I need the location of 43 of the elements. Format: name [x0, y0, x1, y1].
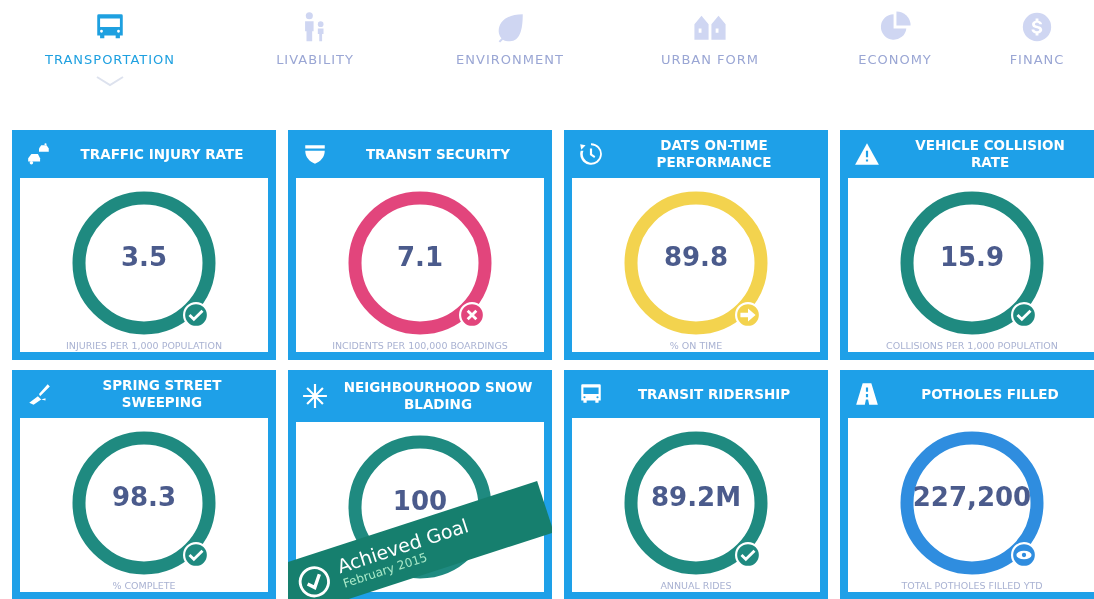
- check-icon: [183, 542, 209, 568]
- card-title: TRANSIT SECURITY: [364, 145, 512, 163]
- metric-value: 89.8: [662, 242, 730, 272]
- card-title: TRAFFIC INJURY RATE: [79, 145, 245, 163]
- metric-caption: % ON TIME: [669, 340, 723, 352]
- category-tab[interactable]: ENVIRONMENT: [410, 0, 610, 122]
- metric-value: 227,200: [911, 482, 1033, 512]
- road-icon: [854, 381, 880, 407]
- snowflake-icon: [302, 383, 328, 409]
- check-icon: [735, 542, 761, 568]
- metric-value: 15.9: [938, 242, 1006, 272]
- metric-value: 7.1: [395, 242, 445, 272]
- card-title: NEIGHBOURHOOD SNOW BLADING: [342, 379, 534, 413]
- category-tab[interactable]: URBAN FORM: [610, 0, 810, 122]
- metric-value: 100: [391, 486, 449, 516]
- metric-caption: % COMPLETE: [112, 580, 176, 592]
- metric-caption: INCIDENTS PER 100,000 BOARDINGS: [332, 340, 508, 352]
- card-title: POTHOLES FILLED: [920, 385, 1060, 403]
- category-tab[interactable]: ECONOMY: [810, 0, 980, 122]
- category-tab[interactable]: FINANC: [980, 0, 1094, 122]
- metric-caption: COLLISIONS PER 1,000 POPULATION: [886, 340, 1058, 352]
- metric-value: 98.3: [110, 482, 178, 512]
- eye-icon: [1011, 542, 1037, 568]
- card-title: TRANSIT RIDERSHIP: [636, 385, 792, 403]
- card-title: SPRING STREET SWEEPING: [101, 377, 223, 411]
- card-title: VEHICLE COLLISION RATE: [914, 137, 1066, 171]
- metric-caption: INJURIES PER 1,000 POPULATION: [65, 340, 222, 352]
- category-tab[interactable]: LIVABILITY: [220, 0, 410, 122]
- metric-caption: TOTAL POTHOLES FILLED YTD: [901, 580, 1043, 592]
- cross-icon: [459, 302, 485, 328]
- cars-icon: [26, 141, 52, 167]
- warning-icon: [854, 141, 880, 167]
- metric-value: 3.5: [119, 242, 169, 272]
- dollar-icon: [1020, 10, 1054, 44]
- clock-icon: [578, 141, 604, 167]
- metric-value: 89.2M: [650, 482, 742, 512]
- card-title: DATS ON-TIME PERFORMANCE: [655, 137, 773, 171]
- metric-caption: ANNUAL RIDES: [660, 580, 732, 592]
- sweeper-icon: [26, 381, 52, 407]
- chevron-icon: [95, 75, 125, 87]
- check-icon: [1011, 302, 1037, 328]
- check-icon: [183, 302, 209, 328]
- category-tab[interactable]: TRANSPORTATION: [0, 0, 220, 122]
